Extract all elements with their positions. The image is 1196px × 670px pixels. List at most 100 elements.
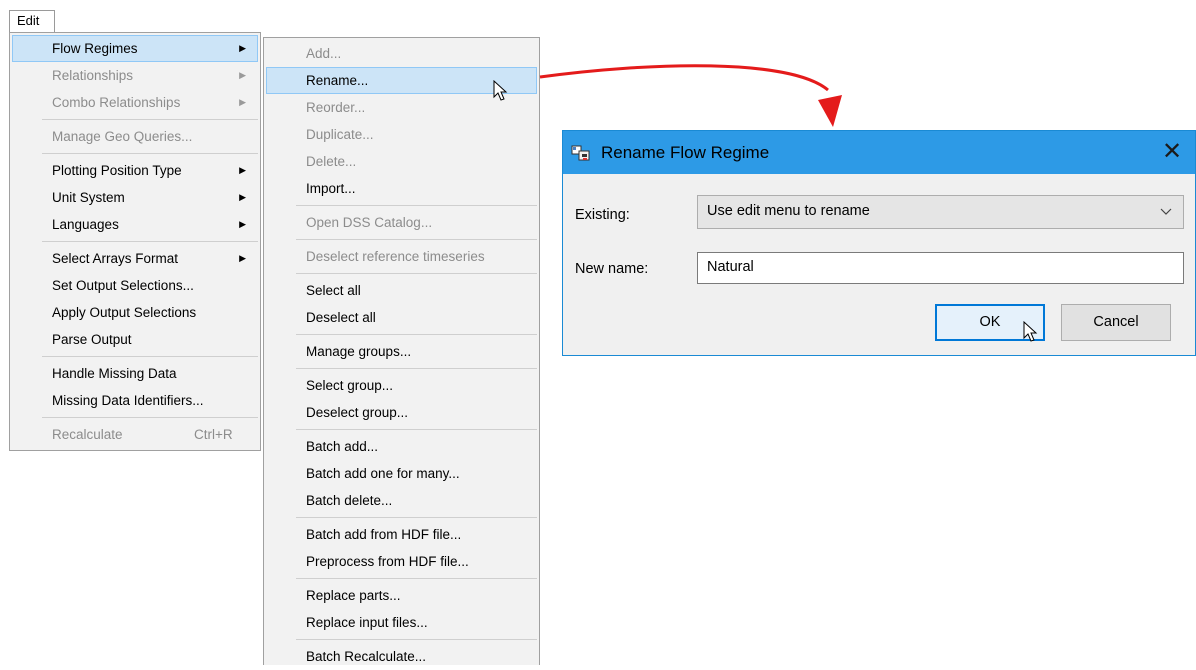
edit-menu-item-unit-system[interactable]: Unit System ▶ <box>12 184 258 211</box>
menu-item-label: Batch delete... <box>306 493 393 508</box>
menu-separator <box>296 205 537 206</box>
menu-item-label: Recalculate <box>52 427 123 442</box>
menu-item-label: Select all <box>306 283 361 298</box>
menu-separator <box>296 517 537 518</box>
menu-separator <box>296 639 537 640</box>
menu-item-label: Select Arrays Format <box>52 251 179 266</box>
submenu-arrow-icon: ▶ <box>239 70 246 80</box>
submenu-item-duplicate[interactable]: Duplicate... <box>266 121 537 148</box>
menu-item-label: Add... <box>306 46 342 61</box>
submenu-arrow-icon: ▶ <box>239 192 246 202</box>
existing-combobox[interactable]: Use edit menu to rename <box>697 195 1184 229</box>
submenu-item-add[interactable]: Add... <box>266 40 537 67</box>
menu-separator <box>296 429 537 430</box>
menu-separator <box>296 368 537 369</box>
edit-menu-title[interactable]: Edit <box>9 10 55 32</box>
edit-menu-item-parse-output[interactable]: Parse Output <box>12 326 258 353</box>
submenu-item-select-group[interactable]: Select group... <box>266 372 537 399</box>
submenu-arrow-icon: ▶ <box>239 43 246 53</box>
menu-item-shortcut: Ctrl+R <box>194 427 233 442</box>
mouse-cursor-icon <box>493 80 508 101</box>
dialog-titlebar[interactable]: Rename Flow Regime ✕ <box>563 131 1195 174</box>
menu-separator <box>42 153 258 154</box>
menu-item-label: Combo Relationships <box>52 95 181 110</box>
submenu-item-batch-add-one-for-many[interactable]: Batch add one for many... <box>266 460 537 487</box>
menu-item-label: Relationships <box>52 68 134 83</box>
menu-item-label: Deselect reference timeseries <box>306 249 485 264</box>
edit-menu-item-missing-data-identifiers[interactable]: Missing Data Identifiers... <box>12 387 258 414</box>
submenu-item-replace-parts[interactable]: Replace parts... <box>266 582 537 609</box>
menu-item-label: Batch add one for many... <box>306 466 460 481</box>
submenu-arrow-icon: ▶ <box>239 97 246 107</box>
menu-item-label: Apply Output Selections <box>52 305 197 320</box>
menu-separator <box>296 273 537 274</box>
submenu-arrow-icon: ▶ <box>239 165 246 175</box>
menu-item-label: Unit System <box>52 190 125 205</box>
submenu-item-manage-groups[interactable]: Manage groups... <box>266 338 537 365</box>
menu-item-label: Replace parts... <box>306 588 401 603</box>
close-button[interactable]: ✕ <box>1149 131 1195 174</box>
menu-item-label: Flow Regimes <box>52 41 138 56</box>
menu-separator <box>42 356 258 357</box>
menu-item-label: Set Output Selections... <box>52 278 194 293</box>
menu-item-label: Languages <box>52 217 119 232</box>
menu-separator <box>42 417 258 418</box>
edit-menu-item-recalculate[interactable]: Recalculate Ctrl+R <box>12 421 258 448</box>
menu-item-label: Deselect group... <box>306 405 409 420</box>
submenu-arrow-icon: ▶ <box>239 253 246 263</box>
chevron-down-icon <box>1160 208 1172 215</box>
submenu-item-batch-recalculate[interactable]: Batch Recalculate... <box>266 643 537 670</box>
submenu-item-preprocess-from-hdf-file[interactable]: Preprocess from HDF file... <box>266 548 537 575</box>
edit-menu-item-relationships[interactable]: Relationships ▶ <box>12 62 258 89</box>
flow-regimes-submenu: Add... Rename... Reorder... Duplicate... Del… <box>263 37 540 665</box>
menu-item-label: Preprocess from HDF file... <box>306 554 469 569</box>
edit-menu-item-manage-geo-queries[interactable]: Manage Geo Queries... <box>12 123 258 150</box>
submenu-item-replace-input-files[interactable]: Replace input files... <box>266 609 537 636</box>
submenu-item-open-dss-catalog[interactable]: Open DSS Catalog... <box>266 209 537 236</box>
rename-flow-regime-dialog: Rename Flow Regime ✕ Existing: Use edit … <box>562 130 1196 356</box>
submenu-item-deselect-group[interactable]: Deselect group... <box>266 399 537 426</box>
submenu-item-deselect-all[interactable]: Deselect all <box>266 304 537 331</box>
cancel-button[interactable]: Cancel <box>1061 304 1171 341</box>
edit-menu-item-plotting-position-type[interactable]: Plotting Position Type ▶ <box>12 157 258 184</box>
submenu-item-delete[interactable]: Delete... <box>266 148 537 175</box>
edit-menu-item-flow-regimes[interactable]: Flow Regimes ▶ <box>12 35 258 62</box>
menu-separator <box>42 241 258 242</box>
menu-item-label: Replace input files... <box>306 615 428 630</box>
menu-item-label: Select group... <box>306 378 394 393</box>
submenu-item-batch-add[interactable]: Batch add... <box>266 433 537 460</box>
submenu-item-deselect-reference-timeseries[interactable]: Deselect reference timeseries <box>266 243 537 270</box>
edit-menu-item-select-arrays-format[interactable]: Select Arrays Format ▶ <box>12 245 258 272</box>
menu-separator <box>296 334 537 335</box>
menu-separator <box>296 239 537 240</box>
submenu-item-batch-add-from-hdf-file[interactable]: Batch add from HDF file... <box>266 521 537 548</box>
submenu-item-batch-delete[interactable]: Batch delete... <box>266 487 537 514</box>
new-name-input[interactable]: Natural <box>697 252 1184 284</box>
menu-item-label: Handle Missing Data <box>52 366 177 381</box>
menu-item-label: Missing Data Identifiers... <box>52 393 204 408</box>
mouse-cursor-icon <box>1023 321 1038 342</box>
menu-item-label: Duplicate... <box>306 127 374 142</box>
submenu-arrow-icon: ▶ <box>239 219 246 229</box>
submenu-item-select-all[interactable]: Select all <box>266 277 537 304</box>
menu-item-label: Deselect all <box>306 310 376 325</box>
edit-menu-item-combo-relationships[interactable]: Combo Relationships ▶ <box>12 89 258 116</box>
submenu-item-import[interactable]: Import... <box>266 175 537 202</box>
menu-item-label: Delete... <box>306 154 357 169</box>
edit-menu-item-handle-missing-data[interactable]: Handle Missing Data <box>12 360 258 387</box>
dialog-title: Rename Flow Regime <box>601 143 770 162</box>
new-name-label: New name: <box>575 261 649 277</box>
menu-item-label: Manage Geo Queries... <box>52 129 193 144</box>
menu-item-label: Plotting Position Type <box>52 163 182 178</box>
existing-label: Existing: <box>575 207 630 223</box>
menu-item-label: Open DSS Catalog... <box>306 215 433 230</box>
close-icon: ✕ <box>1161 138 1183 165</box>
new-name-input-value: Natural <box>707 259 754 275</box>
edit-menu: Flow Regimes ▶ Relationships ▶ Combo Relatio… <box>9 32 261 451</box>
edit-menu-item-set-output-selections[interactable]: Set Output Selections... <box>12 272 258 299</box>
edit-menu-item-languages[interactable]: Languages ▶ <box>12 211 258 238</box>
menu-item-label: Batch add from HDF file... <box>306 527 462 542</box>
app-icon <box>571 145 590 161</box>
edit-menu-item-apply-output-selections[interactable]: Apply Output Selections <box>12 299 258 326</box>
existing-combobox-value: Use edit menu to rename <box>707 203 870 219</box>
